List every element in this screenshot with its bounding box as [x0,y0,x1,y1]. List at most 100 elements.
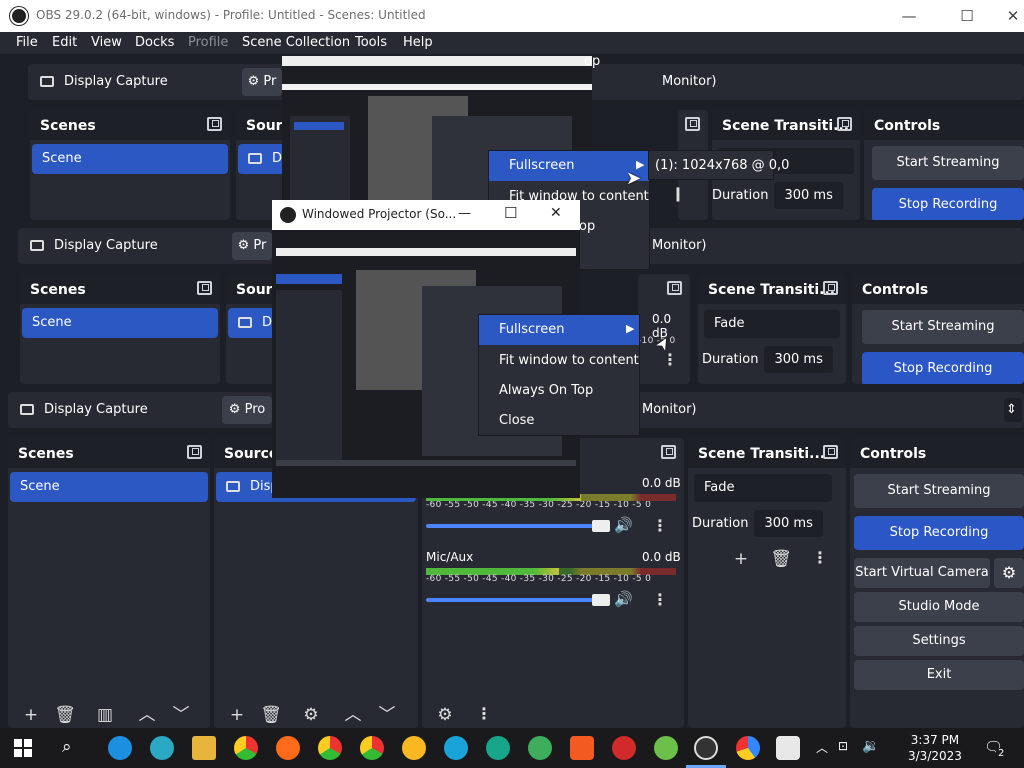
menu-item-fullscreen[interactable]: Fullscreen [489,151,649,181]
menu-help[interactable]: Help [403,35,433,50]
dock-popout-icon[interactable] [187,445,202,459]
chrome-beta-icon[interactable] [318,736,342,760]
tray-chevron-icon[interactable]: ︿ [816,739,828,756]
menu-item-fit-window[interactable]: Fit window to content [479,353,639,368]
monitor-select[interactable]: ⇕ [1004,398,1022,422]
properties-button[interactable]: ⚙ Pro [222,396,272,424]
search-icon[interactable]: ⌕ [62,737,72,757]
menu-view[interactable]: View [91,35,122,50]
browser-icon[interactable] [736,736,760,760]
chrome-icon[interactable] [234,736,258,760]
menu-edit[interactable]: Edit [52,35,77,50]
close-button[interactable]: ✕ [990,0,1024,32]
mixer-options-icon[interactable]: ⋮ [650,516,670,535]
app-icon[interactable] [776,736,800,760]
edge-canary-icon[interactable] [528,736,552,760]
network-icon[interactable]: ⊡ [838,739,848,753]
remove-transition-icon[interactable]: 🗑 [770,548,792,570]
speaker-icon[interactable]: 🔊 [614,516,633,534]
firefox-icon[interactable] [276,736,300,760]
transition-select[interactable]: Fade [694,474,832,502]
start-streaming-button[interactable]: Start Streaming [862,310,1024,344]
brave-icon[interactable] [570,736,594,760]
add-source-icon[interactable]: + [226,704,248,726]
slider-knob[interactable] [592,520,610,532]
properties-button[interactable]: ⚙ Pr [232,232,272,260]
obs-taskbar-icon[interactable] [694,736,718,760]
scene-item[interactable]: Scene [22,308,218,338]
virtual-camera-settings-icon[interactable]: ⚙ [994,558,1024,588]
start-streaming-button[interactable]: Start Streaming [872,146,1024,180]
opera-icon[interactable] [612,736,636,760]
submenu-item-display-1[interactable]: (1): 1024x768 @ 0,0 [649,158,789,173]
scene-filters-icon[interactable]: ▥ [94,704,116,726]
file-explorer-icon[interactable] [192,736,216,760]
duration-input[interactable]: 300 ms [754,510,823,537]
mic-volume-slider[interactable] [426,594,610,606]
move-down-icon[interactable]: ﹀ [376,704,398,726]
scene-item[interactable]: Scene [32,144,228,174]
move-up-icon[interactable]: ︿ [136,704,158,726]
chrome-canary-icon[interactable] [402,736,426,760]
start-streaming-button[interactable]: Start Streaming [854,474,1024,508]
scenes-header: Scenes [30,110,230,140]
projector-minimize-button[interactable]: — [458,206,471,221]
exit-button[interactable]: Exit [854,660,1024,690]
dock-popout-icon[interactable] [661,445,676,459]
stop-recording-button[interactable]: Stop Recording [872,188,1024,220]
ie-icon[interactable] [108,736,132,760]
edge-beta-icon[interactable] [444,736,468,760]
transition-options-icon[interactable]: ⋮ [810,548,830,567]
slider-knob[interactable] [592,594,610,606]
menu-docks[interactable]: Docks [135,35,174,50]
projector-close-button[interactable]: ✕ [550,205,562,221]
settings-button[interactable]: Settings [854,626,1024,656]
edge-icon[interactable] [150,736,174,760]
add-transition-icon[interactable]: + [730,548,752,570]
clock[interactable]: 3:37 PM 3/3/2023 [908,732,962,764]
dock-popout-icon[interactable] [207,117,222,131]
remove-source-icon[interactable]: 🗑 [260,704,282,726]
menu-profile[interactable]: Profile [188,35,228,50]
move-down-icon[interactable]: ﹀ [170,704,192,726]
menu-scene-collection[interactable]: Scene Collection [242,35,350,50]
more-icon[interactable]: ⋮ [660,350,680,369]
volume-icon[interactable]: 🔉 [862,738,879,754]
menu-item-close[interactable]: Close [479,413,534,428]
advanced-audio-icon[interactable]: ⚙ [434,704,456,726]
scene-item[interactable]: Scene [10,472,208,502]
chrome-dev-icon[interactable] [360,736,384,760]
menu-item-always-on-top[interactable]: Always On Top [479,383,593,398]
mixer-menu-icon[interactable]: ⋮ [474,704,494,723]
clock-time: 3:37 PM [910,733,960,747]
speaker-icon[interactable]: 🔊 [614,590,633,608]
dock-popout-icon[interactable] [823,445,838,459]
scenes-dock: Scenes Scene [30,110,230,220]
taskbar: ⌕ ︿ ⊡ 🔉 3:37 PM 3/3/2023 🗨 2 [0,728,1024,768]
edge-dev-icon[interactable] [486,736,510,760]
minimize-button[interactable]: — [886,0,932,32]
properties-button[interactable]: ⚙ Pr [242,68,282,96]
start-virtual-camera-button[interactable]: Start Virtual Camera [854,558,990,588]
move-up-icon[interactable]: ︿ [342,704,364,726]
stop-recording-button[interactable]: Stop Recording [862,352,1024,384]
projector-maximize-button[interactable]: ☐ [504,204,517,222]
menu-tools[interactable]: Tools [355,35,387,50]
obs-logo-icon [10,7,28,25]
add-scene-icon[interactable]: + [20,704,42,726]
transition-select[interactable]: Fade [704,310,840,338]
mixer-options-icon[interactable]: ⋮ [650,590,670,609]
windows-start-icon[interactable] [14,739,32,757]
maximize-button[interactable]: ☐ [944,0,990,32]
remove-scene-icon[interactable]: 🗑 [54,704,76,726]
desktop-volume-slider[interactable] [426,520,610,532]
menu-file[interactable]: File [16,35,38,50]
menu-item-fullscreen[interactable]: Fullscreen [479,315,639,345]
more-icon[interactable]: ⋮ [668,186,688,205]
stop-recording-button[interactable]: Stop Recording [854,516,1024,550]
meter-scale: -60 -55 -50 -45 -40 -35 -30 -25 -20 -15 … [426,574,652,584]
chromium-icon[interactable] [654,736,678,760]
meter-scale: -60 -55 -50 -45 -40 -35 -30 -25 -20 -15 … [426,500,652,510]
studio-mode-button[interactable]: Studio Mode [854,592,1024,622]
source-properties-icon[interactable]: ⚙ [300,704,322,726]
